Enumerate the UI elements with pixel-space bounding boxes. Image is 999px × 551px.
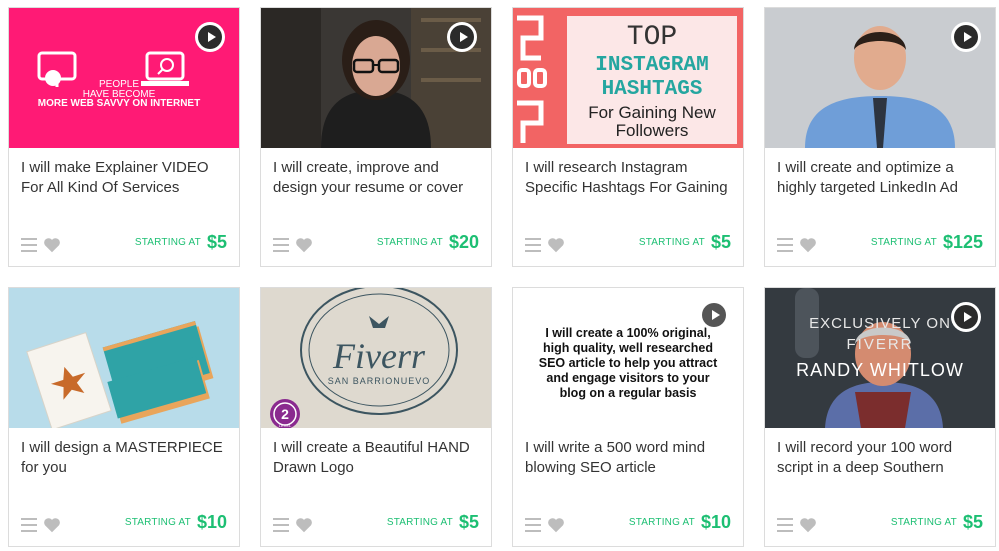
gig-price: $5: [710, 232, 731, 252]
starting-at-label: STARTING AT: [124, 517, 191, 528]
gig-title[interactable]: I will research Instagram Specific Hasht…: [525, 158, 737, 200]
gig-title[interactable]: I will design a MASTERPIECE for you: [21, 438, 233, 480]
menu-icon[interactable]: [273, 518, 289, 532]
heart-icon[interactable]: [43, 237, 61, 253]
gig-card[interactable]: TOP INSTAGRAM HASHTAGS For Gaining New F…: [512, 7, 744, 267]
thumb-text-line1: TOP: [627, 22, 677, 53]
thumb-text-line5: Followers: [616, 121, 689, 140]
gig-thumbnail[interactable]: TOP INSTAGRAM HASHTAGS For Gaining New F…: [513, 8, 743, 148]
menu-icon[interactable]: [273, 238, 289, 252]
gig-card[interactable]: I will create, improve and design your r…: [260, 7, 492, 267]
gig-thumbnail[interactable]: Fiverr SAN BARRIONUEVO 2 LEVEL: [261, 288, 491, 428]
starting-at-label: STARTING AT: [386, 517, 453, 528]
play-icon[interactable]: [195, 22, 225, 52]
gig-card[interactable]: I will create a 100% original, high qual…: [512, 287, 744, 547]
menu-icon[interactable]: [777, 238, 793, 252]
thumb-text-line2: INSTAGRAM: [595, 54, 708, 77]
starting-at-label: STARTING AT: [134, 237, 201, 248]
business-card-thumbnail-art: [26, 321, 214, 428]
play-icon[interactable]: [447, 22, 477, 52]
gig-thumbnail[interactable]: PEOPLE HAVE BECOME MORE WEB SAVVY ON INT…: [9, 8, 239, 148]
gig-card[interactable]: I will create and optimize a highly targ…: [764, 7, 996, 267]
starting-at-label: STARTING AT: [376, 237, 443, 248]
heart-icon[interactable]: [799, 237, 817, 253]
menu-icon[interactable]: [525, 518, 541, 532]
thumb-sub-text: SAN BARRIONUEVO: [328, 376, 431, 386]
heart-icon[interactable]: [43, 517, 61, 533]
gig-price: $5: [962, 512, 983, 532]
thumb-text-line2: FIVERR: [846, 336, 913, 353]
menu-icon[interactable]: [21, 238, 37, 252]
gig-card[interactable]: I will design a MASTERPIECE for you STAR…: [8, 287, 240, 547]
heart-icon[interactable]: [295, 517, 313, 533]
starting-at-label: STARTING AT: [870, 237, 937, 248]
heart-icon[interactable]: [547, 237, 565, 253]
gig-title[interactable]: I will create, improve and design your r…: [273, 158, 485, 200]
thumb-text-line3: RANDY WHITLOW: [796, 360, 964, 380]
gig-card[interactable]: EXCLUSIVELY ON FIVERR RANDY WHITLOW I wi…: [764, 287, 996, 547]
seller-level-label: LEVEL: [279, 423, 292, 428]
starting-at-label: STARTING AT: [628, 517, 695, 528]
gig-title[interactable]: I will write a 500 word mind blowing SEO…: [525, 438, 737, 480]
heart-icon[interactable]: [799, 517, 817, 533]
menu-icon[interactable]: [525, 238, 541, 252]
gig-thumbnail[interactable]: I will create a 100% original, high qual…: [513, 288, 743, 428]
starting-at-label: STARTING AT: [638, 237, 705, 248]
gig-title[interactable]: I will record your 100 word script in a …: [777, 438, 989, 480]
thumb-text-line3: MORE WEB SAVVY ON INTERNET: [38, 98, 200, 109]
logo-thumbnail-art: Fiverr SAN BARRIONUEVO 2 LEVEL: [270, 288, 458, 428]
thumb-brand-text: Fiverr: [332, 336, 426, 376]
heart-icon[interactable]: [547, 517, 565, 533]
gig-price: $20: [448, 232, 479, 252]
menu-icon[interactable]: [21, 518, 37, 532]
gig-title[interactable]: I will create a Beautiful HAND Drawn Log…: [273, 438, 485, 480]
instagram-thumbnail-art: TOP INSTAGRAM HASHTAGS For Gaining New F…: [517, 15, 737, 144]
gig-thumbnail[interactable]: EXCLUSIVELY ON FIVERR RANDY WHITLOW: [765, 288, 995, 428]
gig-thumbnail[interactable]: [261, 8, 491, 148]
play-icon[interactable]: [699, 300, 729, 330]
starting-at-label: STARTING AT: [890, 517, 957, 528]
thumb-text-line3: HASHTAGS: [602, 78, 703, 101]
seller-level-number: 2: [281, 406, 289, 422]
thumb-text-line4: For Gaining New: [588, 103, 716, 122]
gig-thumbnail[interactable]: [765, 8, 995, 148]
gig-title[interactable]: I will make Explainer VIDEO For All Kind…: [21, 158, 233, 200]
thumb-seo-text: I will create a 100% original, high qual…: [538, 326, 718, 400]
gig-price: $5: [206, 232, 227, 252]
gig-price: $10: [196, 512, 227, 532]
gig-price: $125: [942, 232, 983, 252]
gig-title[interactable]: I will create and optimize a highly targ…: [777, 158, 989, 200]
menu-icon[interactable]: [777, 518, 793, 532]
gig-card[interactable]: Fiverr SAN BARRIONUEVO 2 LEVEL I will cr…: [260, 287, 492, 547]
gig-card[interactable]: PEOPLE HAVE BECOME MORE WEB SAVVY ON INT…: [8, 7, 240, 267]
play-icon[interactable]: [951, 302, 981, 332]
heart-icon[interactable]: [295, 237, 313, 253]
gig-price: $10: [700, 512, 731, 532]
play-icon[interactable]: [951, 22, 981, 52]
thumb-text-line1: EXCLUSIVELY ON: [809, 315, 951, 332]
gig-thumbnail[interactable]: [9, 288, 239, 428]
gig-price: $5: [458, 512, 479, 532]
